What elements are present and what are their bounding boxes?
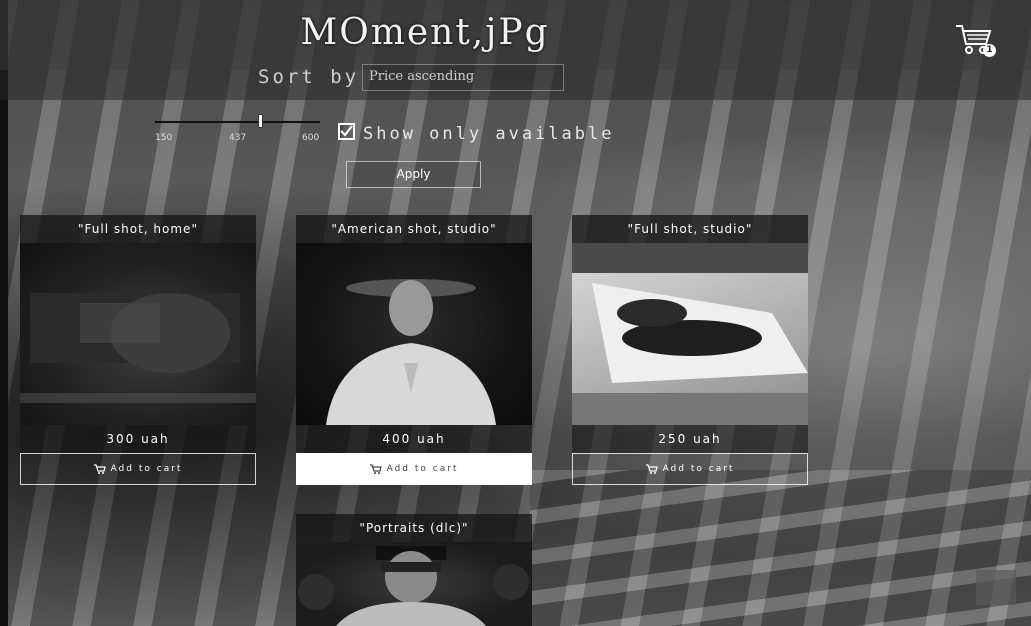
- product-card: "Full shot, home" 300 uah Add to cart: [20, 215, 256, 485]
- add-to-cart-button[interactable]: Add to cart: [20, 453, 256, 485]
- add-to-cart-button[interactable]: Add to cart: [296, 453, 532, 485]
- cart-icon: [369, 463, 382, 474]
- add-to-cart-label: Add to cart: [386, 464, 459, 474]
- product-price: 300 uah: [20, 425, 256, 453]
- cart-count-badge: 1: [983, 44, 996, 57]
- add-to-cart-button[interactable]: Add to cart: [572, 453, 808, 485]
- price-slider-track[interactable]: [155, 121, 320, 123]
- product-image[interactable]: [572, 243, 808, 425]
- site-logo[interactable]: MOment,jPg: [300, 12, 550, 53]
- product-price: 250 uah: [572, 425, 808, 453]
- product-title: "Full shot, studio": [572, 215, 808, 243]
- add-to-cart-label: Add to cart: [662, 464, 735, 474]
- product-image[interactable]: [296, 243, 532, 425]
- sort-label: Sort by: [258, 66, 360, 88]
- price-min-label: 150: [155, 133, 173, 143]
- sort-select[interactable]: Price ascending: [362, 64, 564, 91]
- scroll-to-top-button[interactable]: [976, 570, 1016, 605]
- product-image[interactable]: [296, 542, 532, 626]
- product-card: "American shot, studio" 400 uah Add to c…: [296, 215, 532, 485]
- price-max-label: 600: [302, 133, 320, 143]
- add-to-cart-label: Add to cart: [110, 464, 183, 474]
- product-image[interactable]: [20, 243, 256, 425]
- price-current-label: 437: [229, 133, 247, 143]
- product-price: 400 uah: [296, 425, 532, 453]
- product-title: "American shot, studio": [296, 215, 532, 243]
- show-available-label[interactable]: Show only available: [363, 124, 614, 144]
- apply-button[interactable]: Apply: [346, 161, 481, 188]
- product-title: "Portraits (dlc)": [296, 514, 532, 542]
- product-title: "Full shot, home": [20, 215, 256, 243]
- show-available-checkbox[interactable]: [338, 123, 355, 140]
- product-card: "Full shot, studio" 250 uah Add to cart: [572, 215, 808, 485]
- checkmark-icon: [340, 125, 353, 137]
- price-slider-thumb[interactable]: [258, 114, 263, 128]
- product-card: "Portraits (dlc)": [296, 514, 532, 626]
- cart-icon: [645, 463, 658, 474]
- cart-icon: [93, 463, 106, 474]
